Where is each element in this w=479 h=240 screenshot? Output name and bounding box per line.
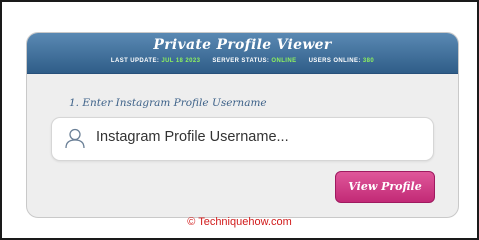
users-online-value: 380: [362, 58, 375, 64]
user-icon: [64, 127, 86, 149]
last-update-label: LAST UPDATE:: [110, 58, 160, 64]
status-bar: LAST UPDATE: JUL 18 2023 SERVER STATUS: …: [27, 58, 458, 64]
last-update-group: LAST UPDATE: JUL 18 2023: [111, 58, 203, 64]
watermark-credit: © Techniquehow.com: [187, 216, 292, 228]
users-online-group: USERS ONLINE: 380: [309, 58, 375, 64]
view-profile-button[interactable]: View Profile: [335, 171, 435, 203]
server-status-value: ONLINE: [271, 58, 297, 64]
screenshot-frame: Private Profile Viewer LAST UPDATE: JUL …: [0, 0, 479, 240]
server-status-label: SERVER STATUS:: [212, 58, 270, 64]
username-input[interactable]: Instagram Profile Username...: [51, 117, 434, 161]
users-online-label: USERS ONLINE:: [308, 58, 361, 64]
page-title: Private Profile Viewer: [153, 37, 332, 53]
username-placeholder: Instagram Profile Username...: [96, 129, 289, 145]
step-label: 1. Enter Instagram Profile Username: [69, 97, 267, 109]
last-update-value: JUL 18 2023: [161, 58, 201, 64]
server-status-group: SERVER STATUS: ONLINE: [212, 58, 298, 64]
viewer-card: Private Profile Viewer LAST UPDATE: JUL …: [26, 32, 459, 218]
card-header: Private Profile Viewer LAST UPDATE: JUL …: [27, 33, 458, 74]
